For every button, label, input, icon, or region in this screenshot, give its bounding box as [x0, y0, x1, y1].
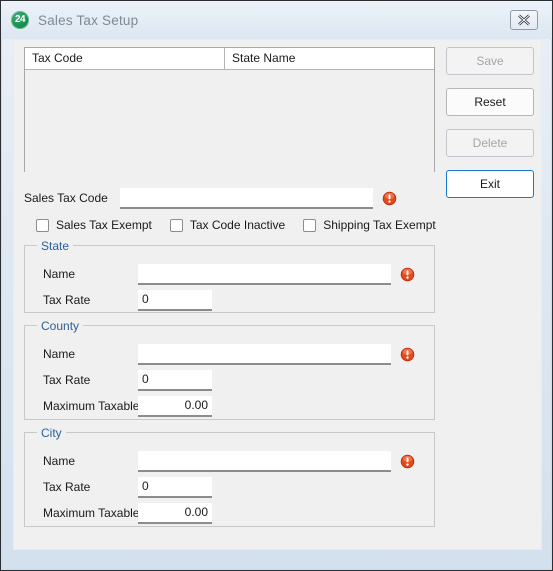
county-name-input[interactable]: [138, 343, 391, 365]
reset-button[interactable]: Reset: [446, 88, 534, 116]
checkbox-shipping-tax-exempt[interactable]: Shipping Tax Exempt: [303, 218, 436, 232]
exit-button[interactable]: Exit: [446, 170, 534, 198]
grid-header-row: Tax Code State Name: [25, 48, 434, 70]
county-tax-rate-label: Tax Rate: [43, 373, 91, 387]
error-icon: [400, 267, 415, 281]
tax-code-grid[interactable]: Tax Code State Name: [24, 47, 435, 172]
checkbox-label: Shipping Tax Exempt: [323, 218, 436, 232]
sales-tax-code-input[interactable]: [120, 187, 373, 209]
state-tax-rate-input[interactable]: [138, 289, 212, 311]
city-max-taxable-label: Maximum Taxable: [43, 506, 140, 520]
window-title: Sales Tax Setup: [38, 12, 139, 28]
state-group-legend: State: [37, 239, 74, 253]
city-tax-rate-row: Tax Rate: [43, 476, 212, 498]
city-tax-rate-input[interactable]: [138, 476, 212, 498]
grid-column-tax-code[interactable]: Tax Code: [25, 48, 225, 69]
checkbox-box-icon: [36, 218, 49, 232]
action-button-column: Save Reset Delete Exit: [446, 47, 534, 211]
state-name-label: Name: [43, 267, 76, 281]
county-max-taxable-row: Maximum Taxable: [43, 395, 212, 417]
sales-tax-code-row: Sales Tax Code: [24, 186, 424, 210]
save-button[interactable]: Save: [446, 47, 534, 75]
checkbox-tax-code-inactive[interactable]: Tax Code Inactive: [169, 218, 286, 232]
checkbox-label: Tax Code Inactive: [189, 218, 286, 232]
city-name-row: Name: [43, 450, 415, 472]
city-max-taxable-input[interactable]: [138, 502, 212, 524]
city-name-label: Name: [43, 454, 76, 468]
grid-column-state-name[interactable]: State Name: [225, 48, 434, 69]
sales-tax-setup-window: 24 Sales Tax Setup Tax Code State Name S…: [0, 0, 553, 571]
city-name-input[interactable]: [138, 450, 391, 472]
county-name-label: Name: [43, 347, 76, 361]
checkbox-sales-tax-exempt[interactable]: Sales Tax Exempt: [36, 218, 152, 232]
county-tax-rate-input[interactable]: [138, 369, 212, 391]
city-group: City Name Tax Rate Maximum Taxable: [24, 426, 435, 527]
county-group-legend: County: [37, 319, 84, 333]
error-icon: [400, 454, 415, 468]
city-group-legend: City: [37, 426, 66, 440]
county-max-taxable-input[interactable]: [138, 395, 212, 417]
city-max-taxable-row: Maximum Taxable: [43, 502, 212, 524]
city-tax-rate-label: Tax Rate: [43, 480, 91, 494]
checkbox-label: Sales Tax Exempt: [56, 218, 152, 232]
tax-flag-checkbox-row: Sales Tax Exempt Tax Code Inactive Shipp…: [36, 218, 454, 232]
grid-body[interactable]: [25, 70, 434, 172]
county-max-taxable-label: Maximum Taxable: [43, 399, 140, 413]
delete-button[interactable]: Delete: [446, 129, 534, 157]
checkbox-box-icon: [303, 218, 317, 232]
client-area: Tax Code State Name Save Reset Delete Ex…: [13, 39, 542, 550]
title-bar: 24 Sales Tax Setup: [1, 1, 552, 39]
state-name-input[interactable]: [138, 263, 391, 285]
close-button[interactable]: [510, 10, 538, 30]
checkbox-box-icon: [169, 218, 183, 232]
close-icon: [518, 14, 530, 26]
error-icon: [382, 191, 397, 205]
state-name-row: Name: [43, 263, 415, 285]
state-tax-rate-row: Tax Rate: [43, 289, 212, 311]
app-logo-icon: 24: [11, 11, 29, 29]
county-group: County Name Tax Rate Maximum Taxable: [24, 319, 435, 420]
sales-tax-code-label: Sales Tax Code: [24, 191, 108, 205]
state-group: State Name Tax Rate: [24, 239, 435, 313]
state-tax-rate-label: Tax Rate: [43, 293, 91, 307]
county-name-row: Name: [43, 343, 415, 365]
error-icon: [400, 347, 415, 361]
county-tax-rate-row: Tax Rate: [43, 369, 212, 391]
